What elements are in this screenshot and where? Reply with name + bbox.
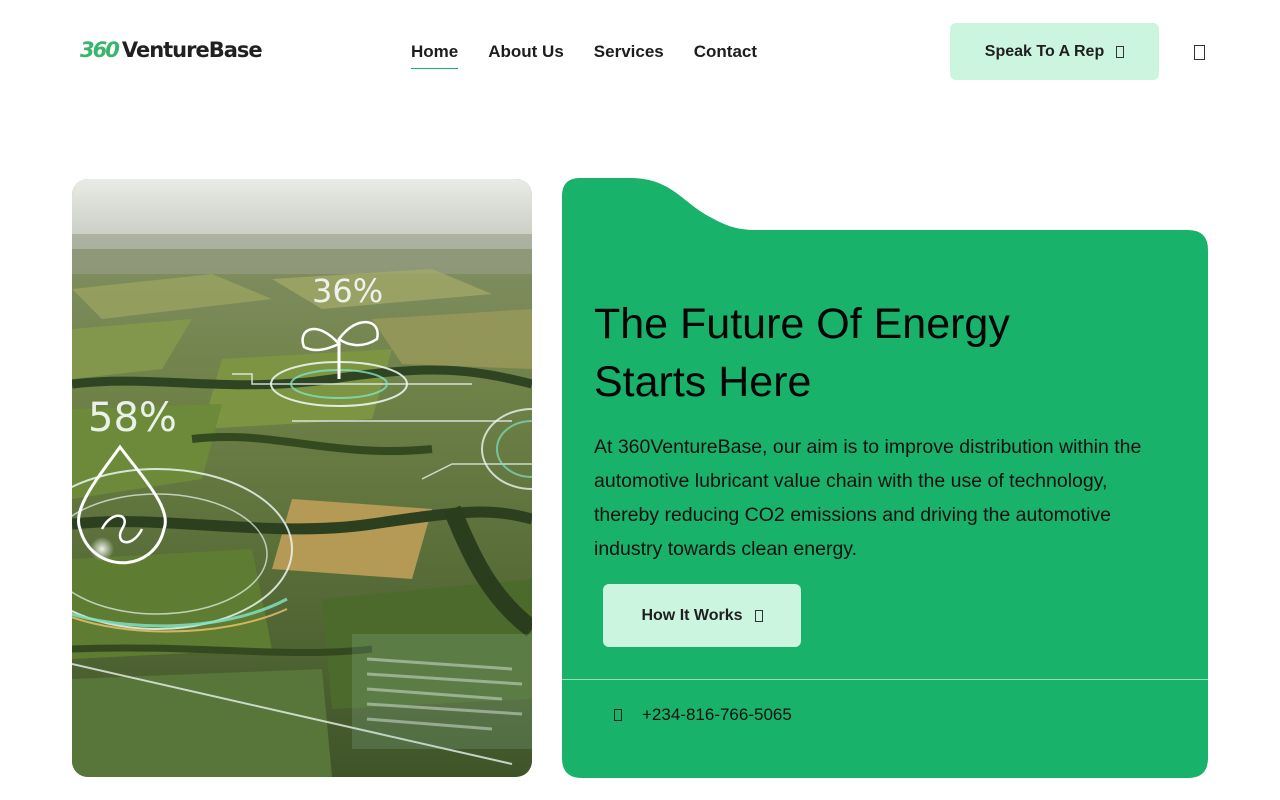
nav-item-contact[interactable]: Contact <box>694 42 757 69</box>
divider <box>562 679 1208 680</box>
hero-title-line-1: The Future Of Energy <box>594 300 1010 348</box>
hero-title-line-2: Starts Here <box>594 358 812 406</box>
arrow-icon <box>1116 45 1125 58</box>
site-header: 360 VentureBase Home About Us Services C… <box>0 0 1280 100</box>
hero-card: The Future Of Energy Starts Here At 360V… <box>562 178 1208 778</box>
phone-number: +234-816-766-5065 <box>642 705 792 724</box>
hero-description: At 360VentureBase, our aim is to improve… <box>594 436 1142 560</box>
overlay-label-58: 58% <box>88 395 177 441</box>
nav-item-home[interactable]: Home <box>411 42 459 69</box>
speak-to-rep-label: Speak To A Rep <box>984 42 1105 60</box>
nav-item-about-us[interactable]: About Us <box>488 42 564 69</box>
how-it-works-label: How It Works <box>641 606 743 624</box>
hero-image: 36% 58% <box>72 179 532 777</box>
farmland-illustration: 36% 58% <box>72 179 532 777</box>
phone-contact[interactable]: +234-816-766-5065 <box>614 705 792 725</box>
logo-name: VentureBase <box>121 38 263 62</box>
menu-icon[interactable] <box>1194 45 1205 60</box>
main-nav: Home About Us Services Contact <box>411 42 757 69</box>
hero-title: The Future Of Energy Starts Here <box>594 295 1154 411</box>
logo[interactable]: 360 VentureBase <box>80 38 263 62</box>
nav-item-services[interactable]: Services <box>594 42 664 69</box>
arrow-icon <box>754 609 763 622</box>
overlay-label-36: 36% <box>312 272 383 310</box>
speak-to-rep-button[interactable]: Speak To A Rep <box>950 23 1159 80</box>
how-it-works-button[interactable]: How It Works <box>603 584 801 647</box>
phone-icon <box>614 709 622 721</box>
logo-number: 360 <box>80 38 120 62</box>
